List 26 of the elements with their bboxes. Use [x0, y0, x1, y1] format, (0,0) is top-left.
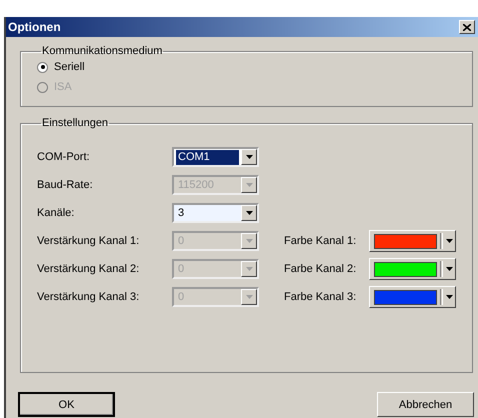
dropdown-arrow-icon: [446, 295, 453, 299]
field-label: Verstärkung Kanal 1:: [37, 235, 140, 247]
dropdown-arrow-icon: [446, 267, 453, 271]
field-label: Farbe Kanal 1:: [284, 235, 358, 247]
dropdown-field[interactable]: COM1: [172, 147, 259, 167]
radio-button[interactable]: [37, 62, 48, 72]
color-picker-button[interactable]: [369, 258, 456, 280]
field-label: Verstärkung Kanal 2:: [37, 263, 140, 275]
dialog-button[interactable]: OK: [18, 392, 115, 417]
color-picker-button[interactable]: [369, 230, 456, 252]
group-title: Einstellungen: [41, 117, 110, 129]
field-label: Farbe Kanal 2:: [284, 263, 358, 275]
field-label: Baud-Rate:: [37, 179, 94, 191]
color-picker-button[interactable]: [369, 286, 456, 308]
field-label: Verstärkung Kanal 3:: [37, 291, 140, 303]
close-button[interactable]: [459, 20, 475, 34]
field-label: Kanäle:: [37, 207, 76, 219]
group-title: Kommunikationsmedium: [41, 45, 164, 57]
close-icon: [463, 24, 471, 30]
field-label: Farbe Kanal 3:: [284, 291, 358, 303]
field-label: COM-Port:: [37, 151, 91, 163]
window-title: Optionen: [8, 20, 61, 34]
dropdown-arrow-icon: [446, 239, 453, 243]
dialog-button[interactable]: Abbrechen: [377, 392, 474, 417]
dropdown-field[interactable]: 3: [172, 203, 259, 223]
radio-label: Seriell: [54, 61, 85, 73]
